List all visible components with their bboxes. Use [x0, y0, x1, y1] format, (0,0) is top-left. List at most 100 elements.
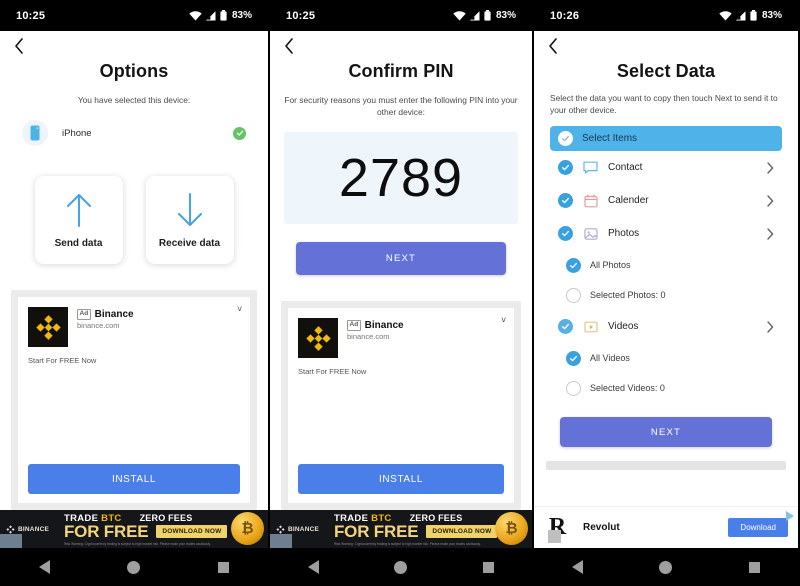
- banner-brand: BINANCE: [270, 524, 334, 534]
- checkbox-unchecked-icon[interactable]: [566, 380, 581, 396]
- revolut-ad[interactable]: R Revolut Download: [534, 506, 798, 548]
- list-item-label: Selected Photos: 0: [590, 290, 666, 301]
- ad-card[interactable]: ⅴ Ad Binance binance.com Start For FREE …: [288, 308, 514, 503]
- battery-percent: 83%: [495, 10, 516, 21]
- arrow-up-icon: [66, 193, 91, 227]
- back-button[interactable]: [534, 31, 798, 61]
- list-item-all-photos[interactable]: All Photos: [550, 250, 782, 280]
- select-items-list: Select Items Contact Calender Photos All…: [534, 126, 798, 403]
- checkbox-checked-icon[interactable]: [566, 350, 581, 366]
- checkbox-checked-icon[interactable]: [558, 226, 573, 242]
- revolut-ad-name: Revolut: [583, 522, 620, 533]
- checkbox-checked-icon[interactable]: [566, 257, 581, 273]
- ad-badge: Ad: [347, 320, 361, 332]
- chevron-right-icon[interactable]: [767, 321, 774, 333]
- ad-header: Ad Binance binance.com: [28, 307, 240, 348]
- adchoices-icon[interactable]: [786, 511, 794, 521]
- next-button[interactable]: NEXT: [296, 242, 506, 276]
- ad-card[interactable]: ⅴ Ad Binance binance.com Start For FREE …: [18, 297, 250, 503]
- banner-ad[interactable]: BINANCE TRADE BTC ZERO FEES FOR FREE DOW…: [270, 510, 532, 548]
- list-item-photos[interactable]: Photos: [550, 217, 782, 250]
- list-item-label: Videos: [608, 321, 639, 333]
- device-name: iPhone: [62, 127, 92, 139]
- signal-icon: [469, 10, 480, 20]
- adchoices-icon[interactable]: ⅴ: [501, 315, 506, 324]
- binance-logo-icon: [28, 307, 68, 348]
- status-icons: 83%: [719, 10, 782, 21]
- status-icons: 83%: [453, 10, 516, 21]
- ad-install-button[interactable]: INSTALL: [28, 464, 240, 494]
- list-item-videos[interactable]: Videos: [550, 310, 782, 343]
- banner-line2: FOR FREE: [64, 521, 149, 541]
- banner-cta-button[interactable]: DOWNLOAD NOW: [156, 524, 228, 538]
- banner-brand-label: BINANCE: [288, 525, 320, 533]
- list-item-selected-photos[interactable]: Selected Photos: 0: [550, 280, 782, 310]
- phone-icon: [22, 120, 48, 147]
- selected-device-row[interactable]: iPhone: [22, 120, 246, 147]
- checkbox-unchecked-icon[interactable]: [566, 287, 581, 303]
- nav-recents-icon[interactable]: [748, 561, 760, 573]
- nav-recents-icon[interactable]: [218, 561, 230, 573]
- list-item-all-videos[interactable]: All Videos: [550, 343, 782, 373]
- banner-cta-button[interactable]: DOWNLOAD NOW: [426, 524, 498, 538]
- panel-options: 10:25 83% Options You have selected this…: [0, 0, 268, 586]
- banner-zero-fees: ZERO FEES: [139, 512, 193, 523]
- chevron-right-icon[interactable]: [767, 162, 774, 174]
- receive-data-card[interactable]: Receive data: [145, 176, 234, 265]
- list-item-label: Selected Videos: 0: [590, 383, 665, 394]
- select-items-header[interactable]: Select Items: [550, 126, 782, 152]
- ad-meta: Ad Binance binance.com: [347, 318, 404, 341]
- check-circle-icon: [233, 126, 246, 140]
- ad-badge: Ad: [77, 309, 91, 321]
- next-button[interactable]: NEXT: [560, 417, 772, 448]
- ad-header: Ad Binance binance.com: [298, 318, 504, 359]
- checkbox-checked-icon[interactable]: [558, 160, 573, 176]
- banner-brand-label: BINANCE: [18, 525, 50, 533]
- status-time: 10:25: [286, 9, 316, 22]
- list-item-contact[interactable]: Contact: [550, 151, 782, 184]
- pin-value: 2789: [338, 148, 464, 209]
- ad-body-text: Start For FREE Now: [28, 356, 97, 366]
- back-chevron-icon: [15, 38, 23, 54]
- select-items-label: Select Items: [582, 133, 638, 145]
- panel-confirm-pin: 10:25 83% Confirm PIN For security reaso…: [268, 0, 534, 586]
- action-cards: Send data Receive data: [0, 176, 268, 265]
- revolut-download-button[interactable]: Download: [728, 518, 788, 537]
- list-item-calender[interactable]: Calender: [550, 184, 782, 217]
- send-data-card[interactable]: Send data: [34, 176, 123, 265]
- checkbox-checked-icon[interactable]: [558, 193, 573, 209]
- back-button[interactable]: [0, 31, 268, 61]
- chevron-right-icon[interactable]: [767, 195, 774, 207]
- ad-install-button[interactable]: INSTALL: [298, 464, 504, 494]
- revolut-logo-icon: R: [544, 514, 571, 543]
- ad-body-text: Start For FREE Now: [298, 367, 367, 377]
- message-icon: [582, 161, 599, 175]
- nav-home-icon[interactable]: [127, 560, 141, 574]
- ad-meta: Ad Binance binance.com: [77, 307, 134, 330]
- battery-icon: [220, 10, 227, 21]
- battery-percent: 83%: [231, 10, 252, 21]
- battery-icon: [750, 10, 757, 21]
- nav-recents-icon[interactable]: [483, 561, 495, 573]
- nav-home-icon[interactable]: [394, 560, 408, 574]
- battery-icon: [484, 10, 491, 21]
- nav-back-icon[interactable]: [307, 560, 319, 574]
- adchoices-icon[interactable]: ⅴ: [237, 304, 242, 313]
- checkbox-checked-icon[interactable]: [558, 131, 573, 147]
- chevron-right-icon[interactable]: [767, 228, 774, 240]
- page-title: Options: [99, 61, 169, 81]
- nav-back-icon[interactable]: [38, 560, 50, 574]
- nav-home-icon[interactable]: [659, 560, 673, 574]
- checkbox-checked-icon[interactable]: [558, 319, 573, 335]
- banner-ad[interactable]: BINANCE TRADE BTC ZERO FEES FOR FREE DOW…: [0, 510, 268, 548]
- panel-select-data: 10:26 83% Select Data Select the data yo…: [534, 0, 798, 586]
- ad-brand: Binance: [94, 309, 134, 321]
- back-chevron-icon: [549, 38, 557, 54]
- ad-placeholder-strip: [546, 461, 786, 471]
- list-item-label: Photos: [608, 228, 640, 240]
- list-item-label: Contact: [608, 162, 643, 174]
- nav-back-icon[interactable]: [572, 560, 584, 574]
- list-item-selected-videos[interactable]: Selected Videos: 0: [550, 373, 782, 403]
- binance-logo-icon: [298, 318, 338, 359]
- back-button[interactable]: [270, 31, 532, 61]
